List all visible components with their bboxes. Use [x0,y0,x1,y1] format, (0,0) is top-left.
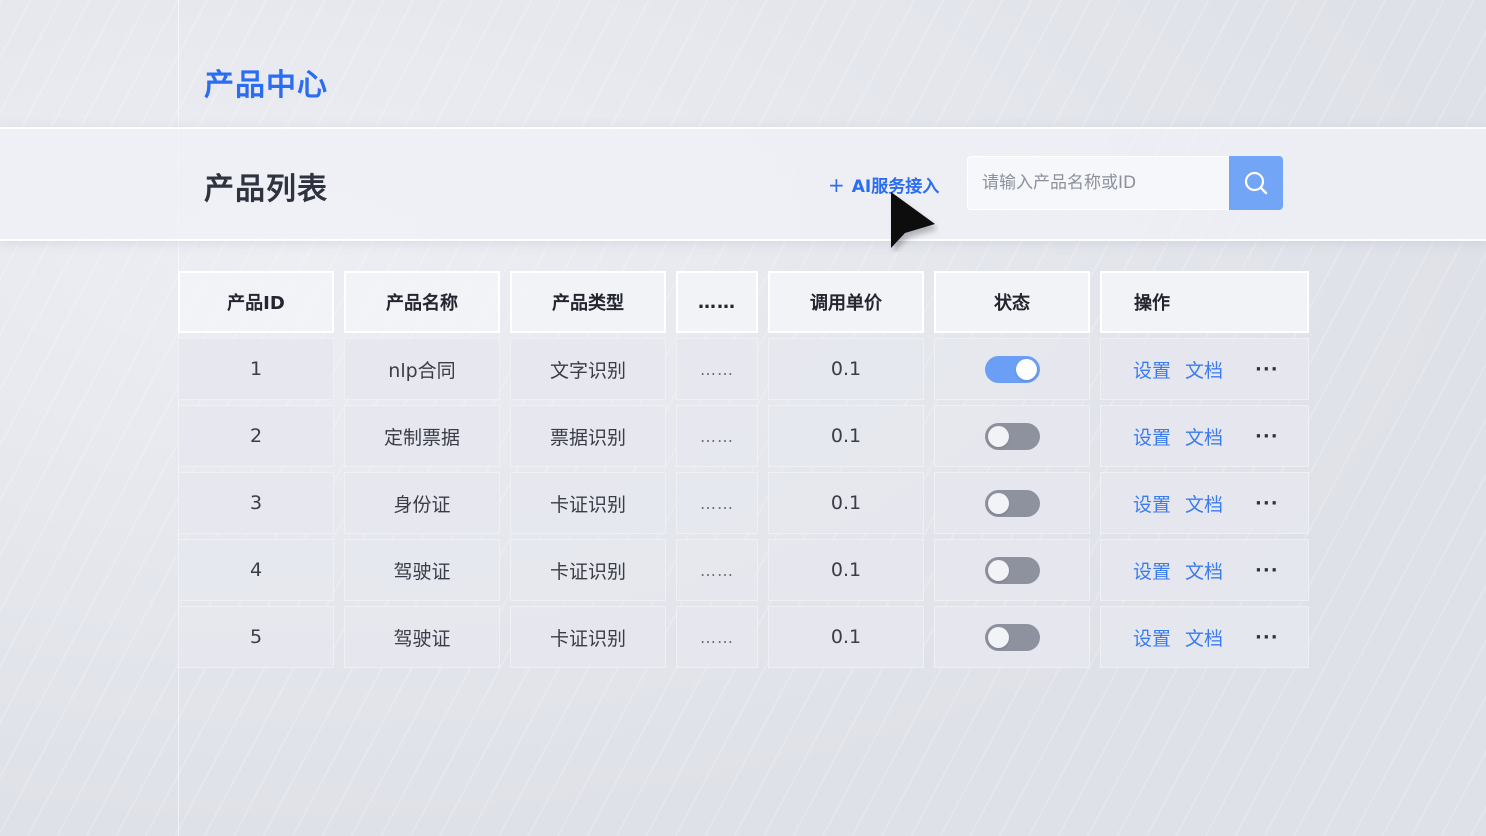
cell-more: …… [676,472,758,534]
cell-product-name: 驾驶证 [344,606,500,668]
cell-product-name: 定制票据 [344,405,500,467]
settings-link[interactable]: 设置 [1133,624,1171,651]
settings-link[interactable]: 设置 [1133,356,1171,383]
search-button[interactable] [1229,156,1283,210]
cell-unit-price: 0.1 [768,405,924,467]
cell-status [934,405,1090,467]
ai-service-label: AI服务接入 [851,177,940,197]
page-title: 产品中心 [204,68,328,103]
cell-product-id: 3 [178,472,334,534]
docs-link[interactable]: 文档 [1185,557,1223,584]
cell-more: …… [676,405,758,467]
cell-status [934,338,1090,400]
settings-link[interactable]: 设置 [1133,490,1171,517]
docs-link[interactable]: 文档 [1185,490,1223,517]
cell-product-type: 卡证识别 [510,539,666,601]
cell-actions: 设置 文档 ··· [1100,472,1309,534]
table-row: 5 驾驶证 卡证识别 …… 0.1 设置 文档 ··· [178,606,1309,668]
column-header-type: 产品类型 [510,271,666,333]
toggle-knob [987,425,1009,447]
more-actions-icon[interactable]: ··· [1255,627,1279,648]
toggle-knob [987,492,1009,514]
cell-status [934,539,1090,601]
search-input[interactable] [967,156,1229,210]
cell-product-type: 文字识别 [510,338,666,400]
cell-actions: 设置 文档 ··· [1100,338,1309,400]
settings-link[interactable]: 设置 [1133,557,1171,584]
more-actions-icon[interactable]: ··· [1255,560,1279,581]
cell-product-name: nlp合同 [344,338,500,400]
docs-link[interactable]: 文档 [1185,356,1223,383]
cell-product-id: 1 [178,338,334,400]
column-header-more: …… [676,271,758,333]
status-toggle[interactable] [984,355,1040,383]
more-actions-icon[interactable]: ··· [1255,493,1279,514]
column-header-status: 状态 [934,271,1090,333]
cell-actions: 设置 文档 ··· [1100,539,1309,601]
cell-more: …… [676,338,758,400]
toggle-knob [987,559,1009,581]
table-row: 3 身份证 卡证识别 …… 0.1 设置 文档 ··· [178,472,1309,534]
cell-unit-price: 0.1 [768,338,924,400]
toggle-knob [987,626,1009,648]
status-toggle[interactable] [984,556,1040,584]
table-row: 4 驾驶证 卡证识别 …… 0.1 设置 文档 ··· [178,539,1309,601]
cell-product-type: 卡证识别 [510,606,666,668]
column-header-id: 产品ID [178,271,334,333]
settings-link[interactable]: 设置 [1133,423,1171,450]
cell-actions: 设置 文档 ··· [1100,606,1309,668]
status-toggle[interactable] [984,489,1040,517]
docs-link[interactable]: 文档 [1185,423,1223,450]
toggle-knob [1015,358,1037,380]
table-row: 1 nlp合同 文字识别 …… 0.1 设置 文档 ··· [178,338,1309,400]
status-toggle[interactable] [984,623,1040,651]
status-toggle[interactable] [984,422,1040,450]
cell-unit-price: 0.1 [768,606,924,668]
cell-product-id: 2 [178,405,334,467]
cell-product-name: 身份证 [344,472,500,534]
column-header-price: 调用单价 [768,271,924,333]
column-header-name: 产品名称 [344,271,500,333]
cell-product-id: 5 [178,606,334,668]
column-header-actions: 操作 [1100,271,1309,333]
more-actions-icon[interactable]: ··· [1255,426,1279,447]
cell-product-id: 4 [178,539,334,601]
cell-status [934,606,1090,668]
cell-more: …… [676,539,758,601]
cell-more: …… [676,606,758,668]
table-header-row: 产品ID 产品名称 产品类型 …… 调用单价 状态 操作 [178,271,1309,333]
ai-service-link[interactable]: + AI服务接入 [828,172,940,198]
table-row: 2 定制票据 票据识别 …… 0.1 设置 文档 ··· [178,405,1309,467]
section-title: 产品列表 [204,172,328,207]
product-table: 产品ID 产品名称 产品类型 …… 调用单价 状态 操作 1 nlp合同 文字识… [178,271,1309,673]
cell-product-type: 卡证识别 [510,472,666,534]
more-actions-icon[interactable]: ··· [1255,359,1279,380]
cell-status [934,472,1090,534]
cell-product-name: 驾驶证 [344,539,500,601]
search-icon [1244,171,1268,195]
cell-actions: 设置 文档 ··· [1100,405,1309,467]
plus-icon: + [828,172,845,197]
docs-link[interactable]: 文档 [1185,624,1223,651]
cell-unit-price: 0.1 [768,472,924,534]
cell-unit-price: 0.1 [768,539,924,601]
cell-product-type: 票据识别 [510,405,666,467]
